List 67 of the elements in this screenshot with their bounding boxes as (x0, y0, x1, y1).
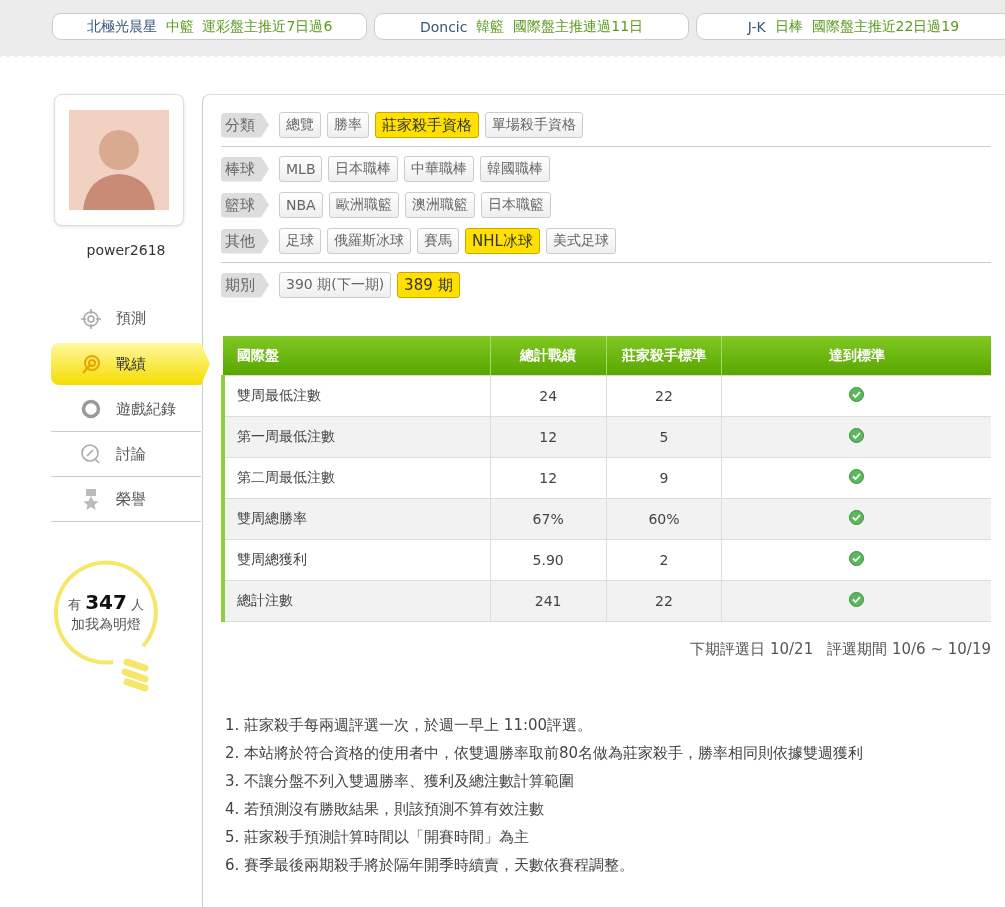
note-text: 4. 若預測沒有勝敗結果，則該預測不算有效注數 (225, 799, 546, 820)
filter-chip[interactable]: 美式足球 (545, 228, 616, 254)
filter-chip[interactable]: 389 期 (397, 272, 460, 298)
filter-chip[interactable]: 賽馬 (417, 228, 459, 254)
table-cell: 12 (490, 457, 607, 499)
ticker-item[interactable]: Doncic 韓籃 國際盤主推連過11日 (374, 13, 689, 40)
filter-label: 棒球 (221, 156, 269, 182)
ticker-item[interactable]: 北極光晨星 中籃 運彩盤主推近7日過6 (52, 13, 367, 40)
ring-icon (80, 398, 102, 420)
filter-chip[interactable]: 莊家殺手資格 (375, 112, 479, 138)
table-cell: 9 (606, 457, 722, 499)
table-cell: 22 (606, 580, 722, 622)
note-text: 5. 莊家殺手預測計算時間以「開賽時間」為主 (225, 827, 531, 848)
table-cell: 5.90 (490, 539, 607, 581)
table-cell: 67% (490, 498, 607, 540)
filter-label: 籃球 (221, 192, 269, 218)
filter-chip[interactable]: 中華職棒 (404, 156, 475, 182)
menu-item[interactable]: 遊戲紀錄 (51, 387, 201, 432)
fans-count: 347 (85, 590, 127, 614)
column-header: 國際盤 (223, 336, 491, 376)
table-cell: 5 (606, 416, 722, 458)
filter-chip[interactable]: 總覽 (279, 112, 321, 138)
table-cell: 241 (490, 580, 607, 622)
table-cell: 總計注數 (223, 580, 491, 622)
filter-chip[interactable]: MLB (279, 156, 323, 182)
table-cell: 24 (490, 375, 607, 417)
period-text: 下期評選日 10/21 (690, 640, 814, 659)
note-text: 1. 莊家殺手每兩週評選一次，於週一早上 11:00評選。 (225, 715, 594, 736)
menu-item[interactable]: 榮譽 (51, 477, 201, 522)
table-cell: 雙周總勝率 (223, 498, 491, 540)
filter-chip[interactable]: 勝率 (327, 112, 369, 138)
filter-chip[interactable]: NBA (279, 192, 323, 218)
period-text: 評選期間 10/6 ~ 10/19 (827, 640, 991, 659)
filter-label: 其他 (221, 228, 269, 254)
filter-chip[interactable]: 澳洲職籃 (404, 192, 475, 218)
table-cell: 60% (606, 498, 722, 540)
filter-chip[interactable]: 390 期(下一期) (279, 272, 392, 298)
target-icon (80, 353, 102, 375)
fans-caption: 加我為明燈 (70, 616, 142, 634)
column-header: 總計戰績 (490, 336, 607, 376)
fans-prefix: 有 (68, 597, 81, 612)
column-header: 莊家殺手標準 (606, 336, 722, 376)
ticker-item[interactable]: J-K 日棒 國際盤主推近22日過19 (696, 13, 1005, 40)
filter-chip[interactable]: 俄羅斯冰球 (327, 228, 411, 254)
note-text: 6. 賽季最後兩期殺手將於隔年開季時續賣，天數依賽程調整。 (225, 855, 636, 876)
filter-label: 分類 (221, 112, 269, 138)
table-cell: 2 (606, 539, 722, 581)
filter-chip[interactable]: NHL冰球 (465, 228, 540, 254)
crosshair-icon (80, 307, 102, 330)
filter-chip[interactable]: 日本職籃 (480, 192, 551, 218)
column-header: 達到標準 (721, 336, 991, 376)
filter-label: 期別 (221, 272, 269, 298)
menu-item[interactable]: 戰績 (51, 343, 210, 385)
fans-suffix: 人 (131, 597, 144, 612)
menu-item[interactable]: 討論 (51, 432, 201, 477)
filter-chip[interactable]: 日本職棒 (328, 156, 399, 182)
filter-chip[interactable]: 韓國職棒 (480, 156, 551, 182)
table-cell: 第一周最低注數 (223, 416, 491, 458)
table-cell: 12 (490, 416, 607, 458)
table-cell: 22 (606, 375, 722, 417)
username: power2618 (85, 242, 167, 258)
filter-chip[interactable]: 歐洲職籃 (328, 192, 399, 218)
filter-chip[interactable]: 足球 (279, 228, 321, 254)
note-text: 2. 本站將於符合資格的使用者中，依雙週勝率取前80名做為莊家殺手，勝率相同則依據雙週獲利 (225, 743, 865, 764)
filter-chip[interactable]: 單場殺手資格 (485, 112, 583, 138)
menu-item[interactable]: 預測 (51, 296, 201, 341)
note-text: 3. 不讓分盤不列入雙週勝率、獲利及總注數計算範圍 (225, 771, 576, 792)
